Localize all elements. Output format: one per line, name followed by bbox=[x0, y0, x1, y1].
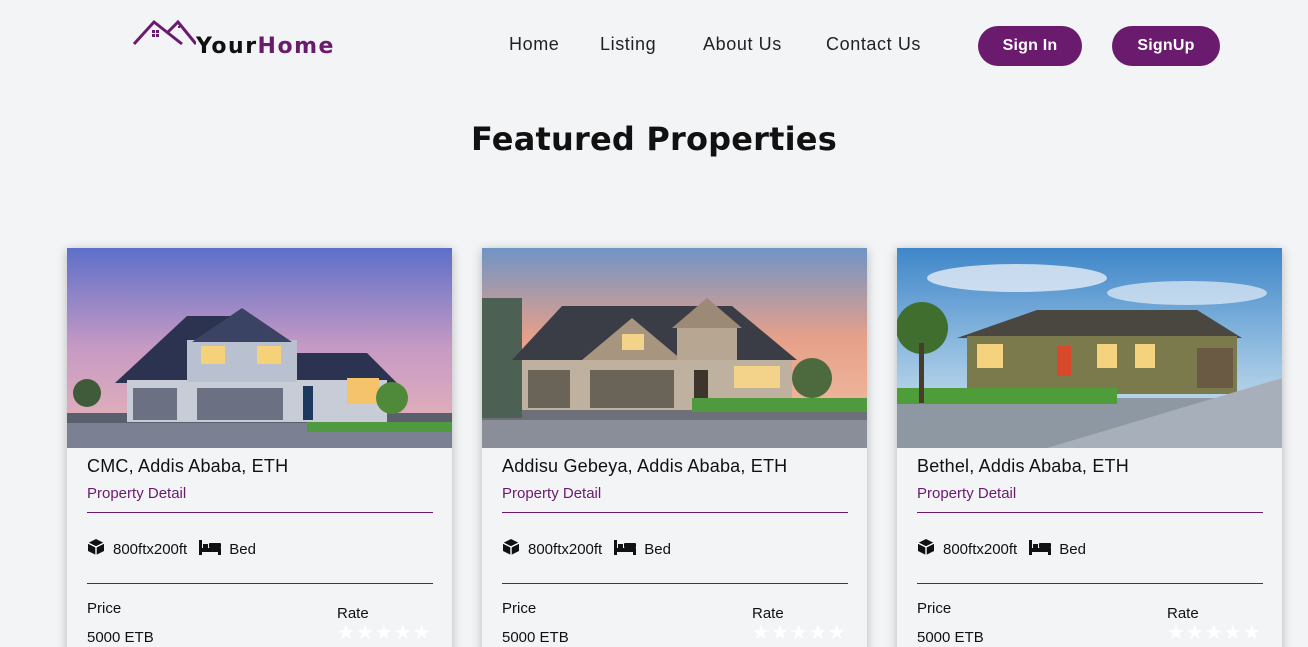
price-label: Price bbox=[502, 600, 537, 617]
star-icon[interactable]: ★ bbox=[790, 622, 808, 642]
site-header: YourHome Home Listing About Us Contact U… bbox=[0, 0, 1308, 90]
divider bbox=[502, 512, 848, 513]
logo-text-part1: Your bbox=[196, 34, 258, 59]
property-detail-link[interactable]: Property Detail bbox=[917, 485, 1016, 502]
nav-listing[interactable]: Listing bbox=[600, 34, 656, 55]
star-icon[interactable]: ★ bbox=[337, 622, 355, 642]
property-card[interactable]: Addisu Gebeya, Addis Ababa, ETH Property… bbox=[482, 248, 867, 647]
star-icon[interactable]: ★ bbox=[1224, 622, 1242, 642]
property-meta: 800ftx200ft Bed bbox=[502, 538, 671, 560]
property-card[interactable]: CMC, Addis Ababa, ETH Property Detail 80… bbox=[67, 248, 452, 647]
rating-stars[interactable]: ★ ★ ★ ★ ★ bbox=[752, 622, 847, 642]
property-area: 800ftx200ft bbox=[113, 540, 188, 558]
price-value: 5000 ETB bbox=[502, 629, 569, 646]
property-location: Bethel, Addis Ababa, ETH bbox=[917, 456, 1129, 476]
section-title: Featured Properties bbox=[471, 120, 837, 158]
divider bbox=[87, 512, 433, 513]
star-icon[interactable]: ★ bbox=[375, 622, 393, 642]
star-icon[interactable]: ★ bbox=[413, 622, 431, 642]
property-image[interactable] bbox=[67, 248, 452, 448]
logo-text-part2: Home bbox=[257, 34, 335, 59]
rating-stars[interactable]: ★ ★ ★ ★ ★ bbox=[337, 622, 432, 642]
divider bbox=[917, 583, 1263, 584]
nav-about-us[interactable]: About Us bbox=[703, 34, 782, 55]
property-bed: Bed bbox=[229, 540, 256, 558]
star-icon[interactable]: ★ bbox=[356, 622, 374, 642]
divider bbox=[917, 512, 1263, 513]
property-area: 800ftx200ft bbox=[943, 540, 1018, 558]
divider bbox=[502, 583, 848, 584]
sign-up-button[interactable]: SignUp bbox=[1112, 26, 1220, 66]
price-value: 5000 ETB bbox=[917, 629, 984, 646]
bed-icon bbox=[614, 539, 637, 559]
divider bbox=[87, 583, 433, 584]
bed-icon bbox=[199, 539, 222, 559]
property-location: Addisu Gebeya, Addis Ababa, ETH bbox=[502, 456, 788, 476]
star-icon[interactable]: ★ bbox=[1205, 622, 1223, 642]
rating-stars[interactable]: ★ ★ ★ ★ ★ bbox=[1167, 622, 1262, 642]
cube-icon bbox=[502, 538, 520, 560]
property-detail-link[interactable]: Property Detail bbox=[502, 485, 601, 502]
price-label: Price bbox=[87, 600, 122, 617]
star-icon[interactable]: ★ bbox=[809, 622, 827, 642]
property-location: CMC, Addis Ababa, ETH bbox=[87, 456, 289, 476]
cube-icon bbox=[917, 538, 935, 560]
nav-home[interactable]: Home bbox=[509, 34, 559, 55]
site-logo[interactable]: YourHome bbox=[132, 16, 335, 64]
star-icon[interactable]: ★ bbox=[1167, 622, 1185, 642]
cube-icon bbox=[87, 538, 105, 560]
star-icon[interactable]: ★ bbox=[1243, 622, 1261, 642]
property-detail-link[interactable]: Property Detail bbox=[87, 485, 186, 502]
star-icon[interactable]: ★ bbox=[752, 622, 770, 642]
sign-in-button[interactable]: Sign In bbox=[978, 26, 1082, 66]
star-icon[interactable]: ★ bbox=[771, 622, 789, 642]
property-image[interactable] bbox=[482, 248, 867, 448]
property-card[interactable]: Bethel, Addis Ababa, ETH Property Detail… bbox=[897, 248, 1282, 647]
property-area: 800ftx200ft bbox=[528, 540, 603, 558]
roof-logo-icon bbox=[132, 19, 196, 46]
bed-icon bbox=[1029, 539, 1052, 559]
property-meta: 800ftx200ft Bed bbox=[917, 538, 1086, 560]
property-meta: 800ftx200ft Bed bbox=[87, 538, 256, 560]
property-image[interactable] bbox=[897, 248, 1282, 448]
property-bed: Bed bbox=[1059, 540, 1086, 558]
price-value: 5000 ETB bbox=[87, 629, 154, 646]
property-bed: Bed bbox=[644, 540, 671, 558]
star-icon[interactable]: ★ bbox=[1186, 622, 1204, 642]
logo-text: YourHome bbox=[196, 34, 335, 59]
nav-contact-us[interactable]: Contact Us bbox=[826, 34, 921, 55]
price-label: Price bbox=[917, 600, 952, 617]
star-icon[interactable]: ★ bbox=[394, 622, 412, 642]
star-icon[interactable]: ★ bbox=[828, 622, 846, 642]
